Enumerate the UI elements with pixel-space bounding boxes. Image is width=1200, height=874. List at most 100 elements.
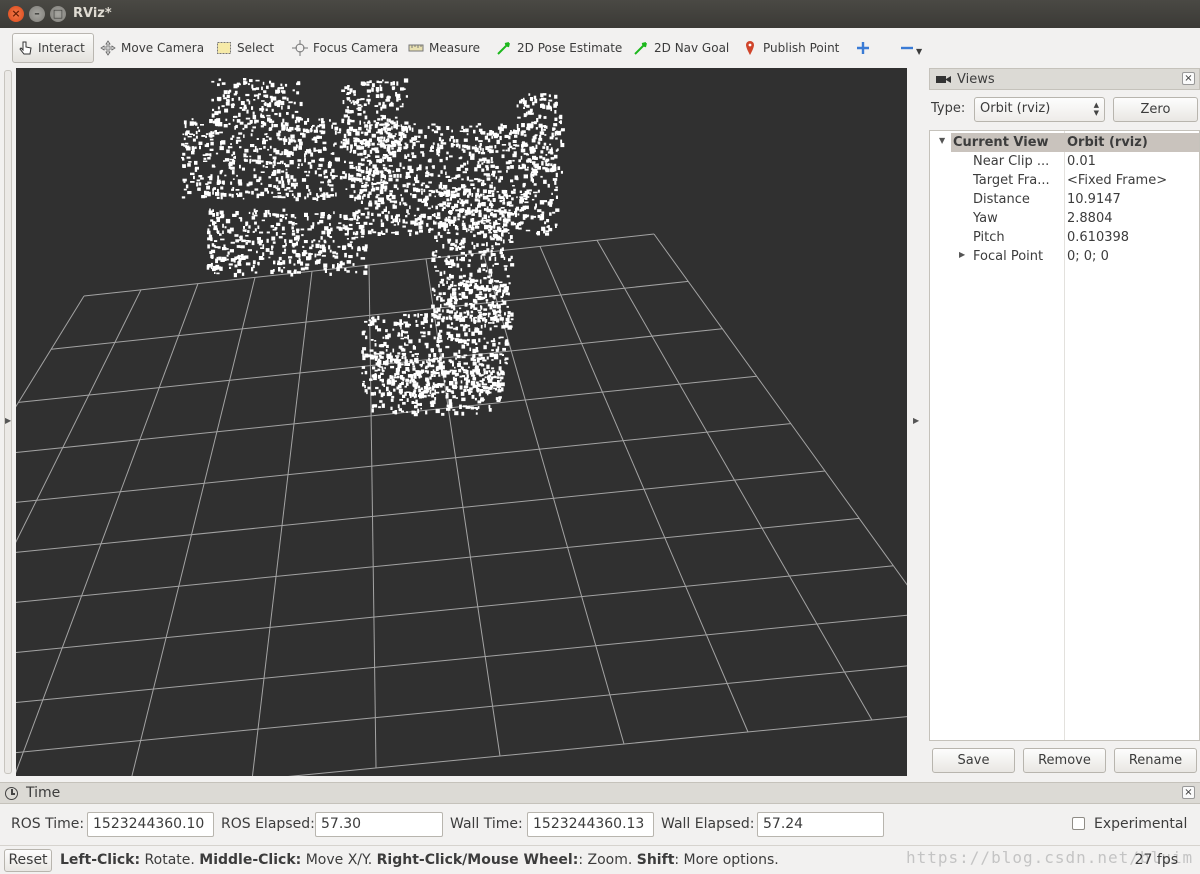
cloud-point xyxy=(346,93,350,95)
window-maximize-icon[interactable]: □ xyxy=(50,6,66,22)
tool-measure[interactable]: Measure xyxy=(404,33,484,63)
zero-button[interactable]: Zero xyxy=(1113,97,1198,122)
cloud-point xyxy=(198,129,201,132)
cloud-point xyxy=(269,213,271,217)
left-dock-splitter[interactable]: ▶ xyxy=(0,68,16,776)
reset-button[interactable]: Reset xyxy=(4,849,52,872)
wall-elapsed-field[interactable]: 57.24 xyxy=(757,812,884,837)
cloud-point xyxy=(458,368,462,373)
tree-row-near-clip[interactable]: Near Clip ... 0.01 xyxy=(930,152,1199,171)
tool-focus-camera[interactable]: Focus Camera xyxy=(288,33,402,63)
ros-elapsed-field[interactable]: 57.30 xyxy=(315,812,443,837)
tree-row-current-view[interactable]: Current View Orbit (rviz) xyxy=(951,133,1199,152)
cloud-point xyxy=(504,267,507,271)
near-clip-value[interactable]: 0.01 xyxy=(1067,154,1096,169)
expand-right-icon[interactable]: ▶ xyxy=(913,416,919,425)
cloud-point xyxy=(488,256,492,261)
cloud-point xyxy=(399,105,404,108)
cloud-point xyxy=(392,328,395,331)
cloud-point xyxy=(467,263,471,268)
tool-publish-point[interactable]: Publish Point xyxy=(738,33,843,63)
window-minimize-icon[interactable]: – xyxy=(29,6,45,22)
cloud-point xyxy=(247,230,250,233)
cloud-point xyxy=(486,301,488,304)
cloud-point xyxy=(414,218,418,222)
cloud-point xyxy=(480,324,483,329)
add-tool-button[interactable] xyxy=(851,33,875,63)
cloud-point xyxy=(520,148,526,153)
grid-line xyxy=(596,239,873,721)
cloud-point xyxy=(193,175,195,180)
tree-row-yaw[interactable]: Yaw 2.8804 xyxy=(930,209,1199,228)
cloud-point xyxy=(205,135,207,138)
cloud-point xyxy=(374,105,379,107)
target-frame-value[interactable]: <Fixed Frame> xyxy=(1067,173,1167,188)
cloud-point xyxy=(217,230,220,234)
cloud-point xyxy=(476,243,479,247)
cloud-point xyxy=(205,153,209,156)
tree-row-target-frame[interactable]: Target Fra... <Fixed Frame> xyxy=(930,171,1199,190)
cloud-point xyxy=(413,214,417,217)
ros-time-field[interactable]: 1523244360.10 xyxy=(87,812,214,837)
cloud-point xyxy=(408,125,411,128)
cloud-point xyxy=(405,382,409,386)
cloud-point xyxy=(372,164,377,169)
cloud-point xyxy=(329,272,332,276)
view-type-select[interactable]: Orbit (rviz) ▲ ▼ xyxy=(974,97,1105,122)
cloud-point xyxy=(482,359,487,362)
cloud-point xyxy=(317,167,322,170)
right-dock-splitter[interactable]: ▶ xyxy=(907,68,929,776)
expand-left-icon[interactable]: ▶ xyxy=(5,416,11,425)
tool-2d-nav-goal[interactable]: 2D Nav Goal xyxy=(629,33,733,63)
cloud-point xyxy=(302,128,306,131)
window-close-icon[interactable]: × xyxy=(8,6,24,22)
cloud-point xyxy=(483,219,487,222)
cloud-point xyxy=(412,346,416,350)
cloud-point xyxy=(411,152,415,155)
cloud-point xyxy=(486,209,491,212)
cloud-point xyxy=(418,225,423,230)
cloud-point xyxy=(477,320,481,323)
close-views-icon[interactable]: × xyxy=(1182,72,1195,85)
tool-select[interactable]: Select xyxy=(212,33,278,63)
render-viewport-3d[interactable] xyxy=(16,68,907,776)
remove-tool-button[interactable]: ▼ xyxy=(895,33,926,63)
distance-value[interactable]: 10.9147 xyxy=(1067,192,1121,207)
cloud-point xyxy=(452,409,456,411)
grid-and-pointcloud[interactable] xyxy=(16,68,907,776)
rename-view-button[interactable]: Rename xyxy=(1114,748,1197,773)
select-rectangle-icon xyxy=(217,42,231,54)
pitch-value[interactable]: 0.610398 xyxy=(1067,230,1129,245)
cloud-point xyxy=(420,407,422,410)
focal-point-value[interactable]: 0; 0; 0 xyxy=(1067,249,1109,264)
wall-time-field[interactable]: 1523244360.13 xyxy=(527,812,654,837)
cloud-point xyxy=(378,102,381,106)
tree-row-pitch[interactable]: Pitch 0.610398 xyxy=(930,228,1199,247)
remove-view-button[interactable]: Remove xyxy=(1023,748,1106,773)
tool-2d-pose-estimate[interactable]: 2D Pose Estimate xyxy=(492,33,626,63)
cloud-point xyxy=(226,99,229,101)
close-time-icon[interactable]: × xyxy=(1182,786,1195,799)
cloud-point xyxy=(386,96,390,100)
cloud-point xyxy=(392,380,397,382)
cloud-point xyxy=(546,219,550,223)
cloud-point xyxy=(496,191,499,193)
experimental-checkbox[interactable] xyxy=(1072,817,1085,830)
cloud-point xyxy=(460,380,463,384)
collapse-arrow-icon[interactable]: ▼ xyxy=(939,136,945,145)
yaw-value[interactable]: 2.8804 xyxy=(1067,211,1113,226)
tree-row-focal-point[interactable]: Focal Point 0; 0; 0 xyxy=(930,247,1199,266)
cloud-point xyxy=(314,170,317,175)
cloud-point xyxy=(458,349,461,354)
save-view-button[interactable]: Save xyxy=(932,748,1015,773)
cloud-point xyxy=(271,174,275,176)
cloud-point xyxy=(341,89,346,92)
tree-row-distance[interactable]: Distance 10.9147 xyxy=(930,190,1199,209)
tool-interact[interactable]: Interact xyxy=(12,33,94,63)
tool-move-camera[interactable]: Move Camera xyxy=(96,33,208,63)
cloud-point xyxy=(499,199,502,203)
cloud-point xyxy=(252,264,255,269)
cloud-point xyxy=(206,142,209,148)
grid-line xyxy=(653,233,907,586)
cloud-point xyxy=(508,232,510,234)
